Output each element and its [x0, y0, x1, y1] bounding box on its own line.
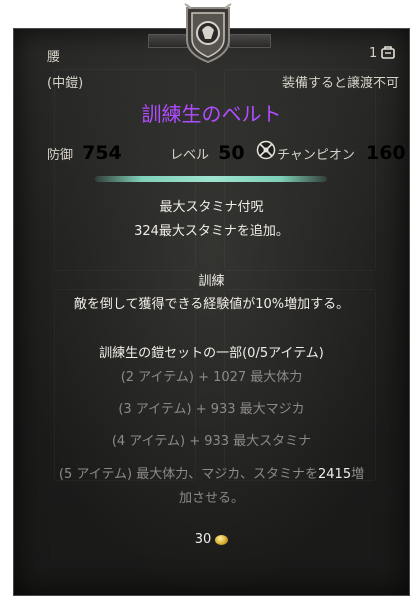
- set-title: 訓練生の鎧セットの一部(0/5アイテム): [99, 346, 324, 361]
- item-slot: 腰: [47, 50, 61, 65]
- weight-class: (中鎧): [47, 76, 84, 91]
- set-bonus-5-prefix: (5 アイテム) 最大体力、マジカ、スタミナを: [58, 467, 318, 482]
- set-bonus-5-suffix: 増: [351, 467, 365, 482]
- enchant-text: 最大スタミナを追加。: [158, 224, 289, 239]
- trait-suffix: 増加する。: [284, 297, 350, 312]
- trait-value: 10%: [255, 297, 285, 312]
- champion-label: チャンピオン: [277, 148, 355, 163]
- item-count: 1: [369, 46, 378, 61]
- level-value: 50: [218, 142, 245, 164]
- champion-icon: [256, 140, 276, 164]
- armor-stat: 防御 754: [47, 142, 122, 164]
- trait-description: 敵を倒して獲得できる経験値が10%増加する。: [13, 293, 410, 312]
- set-bonus-5: (5 アイテム) 最大体力、マジカ、スタミナを2415増: [13, 463, 410, 482]
- set-bonus-4: (4 アイテム) + 933 最大スタミナ: [111, 434, 312, 449]
- set-bonus-5-line2: 加させる。: [178, 491, 244, 506]
- set-bonus-3: (3 アイテム) + 933 最大マジカ: [118, 402, 305, 417]
- trait-prefix: 敵を倒して獲得できる経験値が: [73, 297, 256, 312]
- inventory-bag-icon: [380, 44, 396, 64]
- emblem-bar-right: [229, 34, 271, 48]
- level-stat: レベル 50: [170, 142, 245, 164]
- armor-value: 754: [82, 142, 122, 164]
- champion-stat: チャンピオン 160: [277, 142, 406, 164]
- armor-label: 防御: [47, 148, 74, 163]
- gold-amount: 30: [194, 532, 212, 547]
- champion-value: 160: [365, 142, 406, 164]
- enchant-description: 324最大スタミナを追加。: [13, 220, 410, 239]
- emblem-icon: [181, 2, 235, 64]
- level-label: レベル: [170, 148, 210, 163]
- set-bonus-5-value: 2415: [318, 467, 352, 482]
- trait-title: 訓練: [198, 274, 225, 289]
- item-name: 訓練生のベルト: [141, 102, 282, 126]
- enchant-value: 324: [134, 224, 159, 239]
- section-divider: [95, 176, 327, 182]
- bind-type: 装備すると譲渡不可: [281, 76, 399, 91]
- enchant-title: 最大スタミナ付呪: [159, 200, 264, 215]
- set-bonus-2: (2 アイテム) + 1027 最大体力: [120, 370, 303, 385]
- gold-coin-icon: [215, 534, 229, 545]
- item-value: 30: [13, 532, 410, 547]
